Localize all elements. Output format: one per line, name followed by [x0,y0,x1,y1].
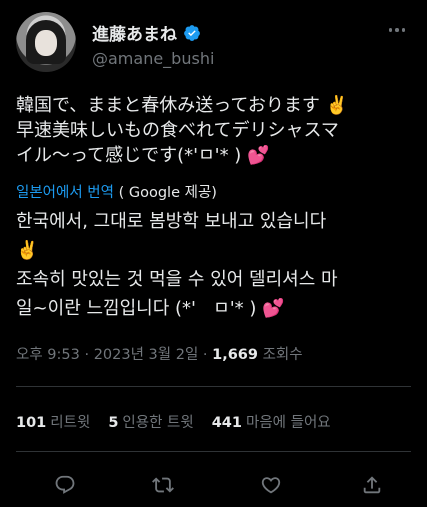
author-info: 進藤あまね @amane_bushi [92,20,214,68]
share-icon[interactable] [357,470,387,500]
translation-source: ( Google 제공) [118,185,217,201]
views-count: 1,669 [212,347,258,363]
divider [16,451,411,452]
divider [16,386,411,387]
likes-label: 마음에 들어요 [246,415,331,431]
quotes-label: 인용한 트윗 [122,415,194,431]
translation-link[interactable]: 일본어에서 번역 [16,185,114,201]
tweet-actions [0,470,427,500]
retweets-label: 리트윗 [50,415,91,431]
retweet-icon[interactable] [148,470,178,500]
retweets-stat[interactable]: 101 리트윗 [16,411,90,432]
avatar[interactable] [16,12,76,72]
verified-badge-icon [184,24,200,41]
quotes-count: 5 [108,415,119,431]
tweet-time[interactable]: 오후 9:53 [16,347,80,363]
separator-dot: · [84,347,94,363]
tweet-meta: 오후 9:53 · 2023년 3월 2일 · 1,669 조회수 [16,343,303,364]
reply-icon[interactable] [50,470,80,500]
quotes-stat[interactable]: 5 인용한 트윗 [108,411,193,432]
separator-dot: · [202,347,213,363]
tweet-text-original: 韓国で、ままと春休み送っております ✌️ 早速美味しいもの食べれてデリシャスマ … [16,95,348,166]
retweets-count: 101 [16,415,47,431]
tweet-text-translated: 한국에서, 그대로 봄방학 보내고 있습니다 ✌️ 조속히 맛있는 것 먹을 수… [16,211,338,319]
views-label: 조회수 [262,347,303,363]
likes-count: 441 [211,415,242,431]
more-options-icon[interactable] [383,20,411,40]
heart-icon[interactable] [256,470,286,500]
engagement-stats: 101 리트윗 5 인용한 트윗 441 마음에 들어요 [16,411,331,432]
author-handle[interactable]: @amane_bushi [92,49,214,68]
translation-attribution: 일본어에서 번역 ( Google 제공) [16,181,217,202]
tweet-date[interactable]: 2023년 3월 2일 [94,347,199,363]
likes-stat[interactable]: 441 마음에 들어요 [212,411,331,432]
tweet-header: 進藤あまね @amane_bushi [16,10,411,74]
author-display-name[interactable]: 進藤あまね [92,20,177,45]
